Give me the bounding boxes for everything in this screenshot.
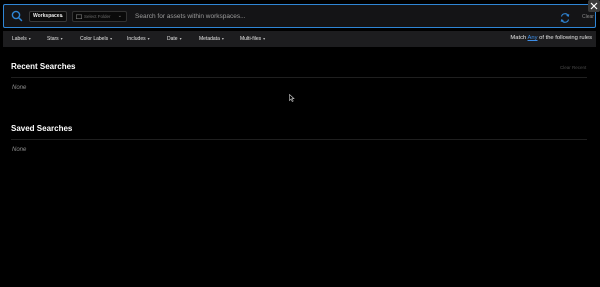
filter-includes[interactable]: Includes ▾ (127, 36, 150, 42)
folder-icon (76, 14, 82, 19)
caret-down-icon: ▾ (221, 36, 224, 41)
filter-label: Includes (127, 36, 146, 42)
caret-down-icon: ▾ (179, 36, 182, 41)
filter-multi-files[interactable]: Multi-files ▾ (240, 36, 265, 42)
caret-down-icon: ▾ (110, 36, 113, 41)
caret-down-icon: ▾ (28, 36, 31, 41)
filter-label: Stars (47, 36, 59, 42)
filter-metadata[interactable]: Metadata ▾ (199, 36, 224, 42)
close-icon (590, 2, 598, 10)
match-rule: Match Any of the following rules (510, 35, 592, 42)
divider (11, 139, 587, 140)
recent-searches-empty: None (12, 85, 27, 91)
search-input[interactable] (135, 11, 535, 23)
folder-select[interactable]: Select Folder ⌄ (72, 11, 127, 22)
filter-label: Date (167, 36, 178, 42)
filter-label: Labels (12, 36, 27, 42)
filter-color-labels[interactable]: Color Labels ▾ (80, 36, 112, 42)
filter-label: Multi-files (240, 36, 262, 42)
saved-searches-title: Saved Searches (11, 124, 73, 133)
workspace-select-label: Workspaces (33, 13, 63, 19)
filter-label: Color Labels (80, 36, 109, 42)
filter-bar: Labels ▾ Stars ▾ Color Labels ▾ Includes ▾ D… (3, 31, 596, 47)
search-icon[interactable] (10, 9, 24, 23)
caret-down-icon: ▾ (147, 36, 150, 41)
match-prefix: Match (510, 35, 527, 41)
refresh-icon[interactable] (560, 13, 570, 23)
workspace-select[interactable]: Workspaces ⌄ (29, 11, 67, 22)
saved-searches-empty: None (12, 147, 27, 153)
filter-date[interactable]: Date ▾ (167, 36, 182, 42)
filter-stars[interactable]: Stars ▾ (47, 36, 63, 42)
clear-search-button[interactable]: Clear (582, 14, 594, 20)
close-button[interactable] (588, 0, 600, 12)
recent-searches-title: Recent Searches (11, 62, 76, 71)
filter-labels[interactable]: Labels ▾ (12, 36, 31, 42)
chevron-down-icon: ⌄ (117, 13, 122, 19)
match-suffix: of the following rules (539, 35, 592, 41)
chevron-down-icon: ⌄ (59, 13, 64, 19)
divider (11, 77, 587, 78)
mouse-cursor-icon (289, 94, 295, 102)
match-mode-link[interactable]: Any (528, 35, 538, 41)
caret-down-icon: ▾ (60, 36, 63, 41)
search-panel: Workspaces ⌄ Select Folder ⌄ Clear Label… (0, 0, 600, 287)
folder-select-placeholder: Select Folder (84, 14, 111, 19)
clear-recent-button[interactable]: Clear Recent (560, 65, 586, 70)
filter-label: Metadata (199, 36, 220, 42)
search-bar: Workspaces ⌄ Select Folder ⌄ Clear (3, 4, 596, 28)
caret-down-icon: ▾ (263, 36, 266, 41)
